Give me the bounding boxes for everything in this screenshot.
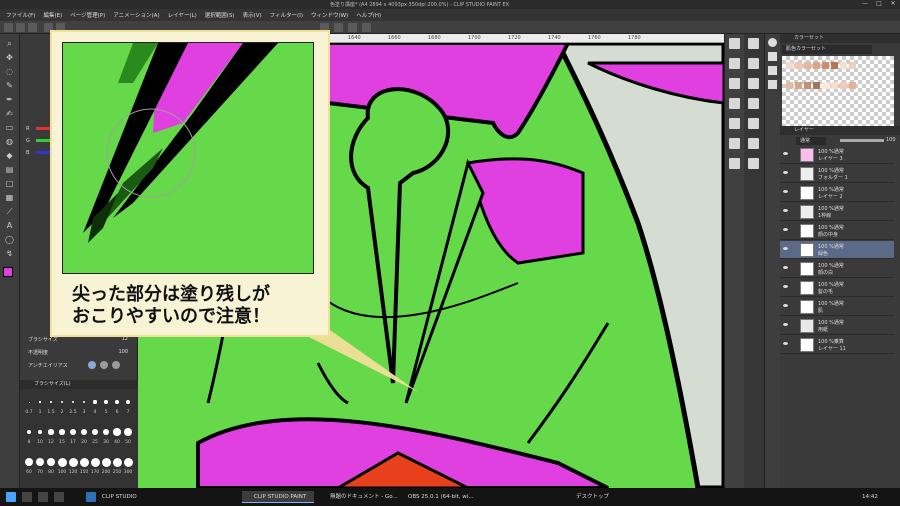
task-view-icon[interactable]: [38, 492, 48, 502]
zoom-inset: [62, 42, 314, 274]
start-icon[interactable]: [6, 492, 16, 502]
taskbar-clip-studio-paint[interactable]: CLIP STUDIO PAINT: [242, 491, 314, 503]
taskbar-obs[interactable]: OBS 25.0.1 (64-bit, wi...: [396, 491, 474, 503]
search-icon[interactable]: [22, 492, 32, 502]
zoom-pixel-art: [63, 43, 313, 273]
taskbar-clip-studio[interactable]: CLIP STUDIO: [98, 491, 168, 503]
taskbar-desktop-label[interactable]: デスクトップ: [576, 491, 609, 503]
clip-studio-window: 色塗り講座* (A4 2894 x 4093px 350dpi 200.0%) …: [0, 0, 900, 506]
file-explorer-icon[interactable]: [54, 492, 64, 502]
taskbar: CLIP STUDIO CLIP STUDIO PAINT 無題のドキュメント …: [0, 488, 900, 506]
clip-studio-icon[interactable]: [86, 492, 96, 502]
callout-caption: 尖った部分は塗り残しが おこりやすいので注意！: [72, 284, 270, 327]
taskbar-document[interactable]: 無題のドキュメント - Go...: [318, 491, 398, 503]
taskbar-clock[interactable]: 14:42: [862, 491, 878, 503]
